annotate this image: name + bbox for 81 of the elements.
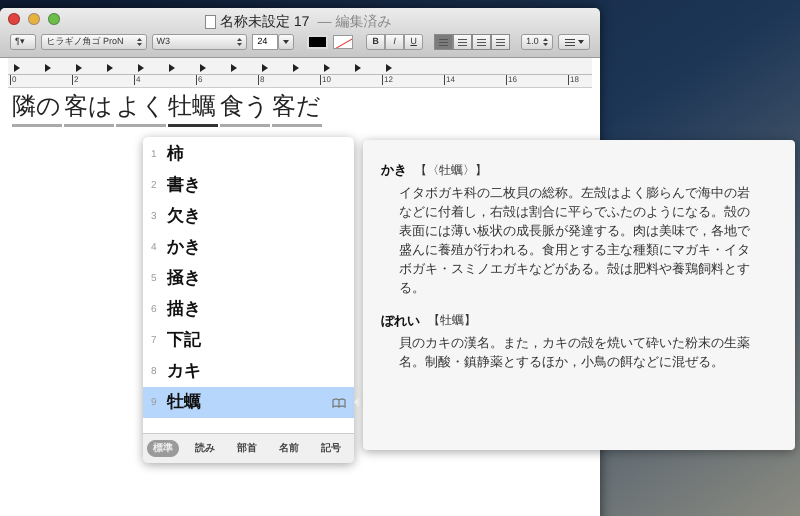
line-spacing-popup[interactable]: 1.0 xyxy=(521,34,554,50)
candidate-item[interactable]: 3 欠き xyxy=(143,201,354,232)
edited-status: — 編集済み xyxy=(317,12,392,31)
text-segment: よく xyxy=(116,92,166,127)
candidate-text: 牡蠣 xyxy=(167,390,202,414)
minimize-button[interactable] xyxy=(28,13,40,25)
candidate-text: 掻き xyxy=(167,266,202,290)
list-popup[interactable] xyxy=(558,34,590,50)
paragraph-style-popup[interactable]: ¶▾ xyxy=(10,34,36,50)
alignment-button[interactable] xyxy=(453,34,472,50)
underline-button[interactable]: U xyxy=(404,34,424,50)
candidate-item[interactable]: 6 描き xyxy=(143,294,354,325)
dictionary-headword: ぼれい xyxy=(381,312,420,330)
candidate-number: 1 xyxy=(151,148,158,162)
ruler-label: 8 xyxy=(258,75,264,85)
candidate-item[interactable]: 8 カキ xyxy=(143,356,354,387)
window-title: 名称未設定 17 xyxy=(220,12,310,31)
stepper-arrows-icon xyxy=(237,38,242,46)
ruler-label: 10 xyxy=(320,75,331,85)
candidate-tab[interactable]: 記号 xyxy=(315,440,347,457)
ruler-label: 16 xyxy=(506,75,517,85)
dictionary-definition: 貝のカキの漢名。また，カキの殻を焼いて砕いた粉末の生薬名。制酸・鎮静薬とするほか，小鳥の餌などに混ぜる。 xyxy=(398,334,751,371)
candidate-number: 3 xyxy=(151,210,158,224)
candidate-item[interactable]: 5 掻き xyxy=(143,263,354,294)
candidate-number: 4 xyxy=(151,241,158,255)
candidate-item[interactable]: 7 下記 xyxy=(143,325,354,356)
candidate-number: 7 xyxy=(151,334,158,348)
ruler-label: 6 xyxy=(196,75,202,85)
candidate-text: かき xyxy=(167,236,202,259)
italic-button[interactable]: I xyxy=(385,34,404,50)
document-icon xyxy=(205,14,216,28)
candidate-text: 柿 xyxy=(167,142,185,166)
dictionary-headword: かき xyxy=(381,161,407,179)
ruler-label: 18 xyxy=(568,75,579,85)
text-segment: 客だ xyxy=(272,92,322,127)
candidate-number: 2 xyxy=(151,179,158,193)
dictionary-notation: 【牡蠣】 xyxy=(428,312,476,330)
close-button[interactable] xyxy=(8,13,20,25)
stepper-arrows-icon xyxy=(136,38,142,46)
text-color-well[interactable] xyxy=(307,35,328,49)
candidate-item[interactable]: 4 かき xyxy=(143,232,354,263)
font-weight-popup[interactable]: W3 xyxy=(152,34,248,50)
ruler-label: 2 xyxy=(72,75,78,85)
bold-button[interactable]: B xyxy=(366,34,386,50)
ruler-label: 12 xyxy=(382,75,393,85)
caret-icon xyxy=(578,40,584,44)
dictionary-definition: イタボガキ科の二枚貝の総称。左殻はよく膨らんで海中の岩などに付着し，右殻は割合に平らでふたのようになる。殻の表面には薄い板状の成長脈が発達する。肉は美味で，各地で盛んに養殖が行われる。食用とする主な種類にマガキ・イタボガキ・スミノエガキなどがある。殻は肥料や養鶏飼料とする。 xyxy=(398,184,752,296)
candidate-number: 9 xyxy=(151,396,158,410)
candidate-tab[interactable]: 部首 xyxy=(231,440,263,457)
font-size-field[interactable]: 24 xyxy=(252,34,278,50)
text-segment: 牡蠣 xyxy=(168,92,218,127)
text-segment: 客は xyxy=(64,92,114,127)
candidate-text: 書き xyxy=(167,174,202,197)
candidate-item[interactable]: 2 書き xyxy=(143,170,354,201)
candidate-text: 下記 xyxy=(167,328,202,352)
candidate-text: 描き xyxy=(167,298,202,321)
highlight-color-well[interactable] xyxy=(332,35,354,49)
stepper-arrows-icon xyxy=(543,38,548,46)
candidate-text: カキ xyxy=(167,360,202,383)
candidate-item[interactable]: 1 柿 xyxy=(143,139,354,170)
alignment-button[interactable] xyxy=(472,34,492,50)
candidate-number: 8 xyxy=(151,365,158,379)
ruler-label: 4 xyxy=(134,75,140,85)
alignment-button[interactable] xyxy=(491,34,510,50)
candidate-tab[interactable]: 名前 xyxy=(273,440,305,457)
font-family-popup[interactable]: ヒラギノ角ゴ ProN xyxy=(41,34,146,50)
ruler-label: 0 xyxy=(10,75,16,85)
ruler-label: 14 xyxy=(444,75,455,85)
text-segment: 隣の xyxy=(12,92,62,127)
caret-icon xyxy=(283,40,290,44)
candidate-number: 5 xyxy=(151,272,158,286)
text-segment: 食う xyxy=(220,92,270,127)
zoom-button[interactable] xyxy=(48,13,60,25)
candidate-number: 6 xyxy=(151,303,158,317)
candidate-item[interactable]: 9 牡蠣 xyxy=(143,387,354,418)
candidate-tab[interactable]: 読み xyxy=(189,440,221,457)
font-size-menu-button[interactable] xyxy=(278,34,294,50)
list-icon xyxy=(564,38,575,46)
book-icon xyxy=(332,398,346,408)
dictionary-notation: 【〈牡蠣〉】 xyxy=(415,162,487,179)
candidate-text: 欠き xyxy=(167,204,202,228)
